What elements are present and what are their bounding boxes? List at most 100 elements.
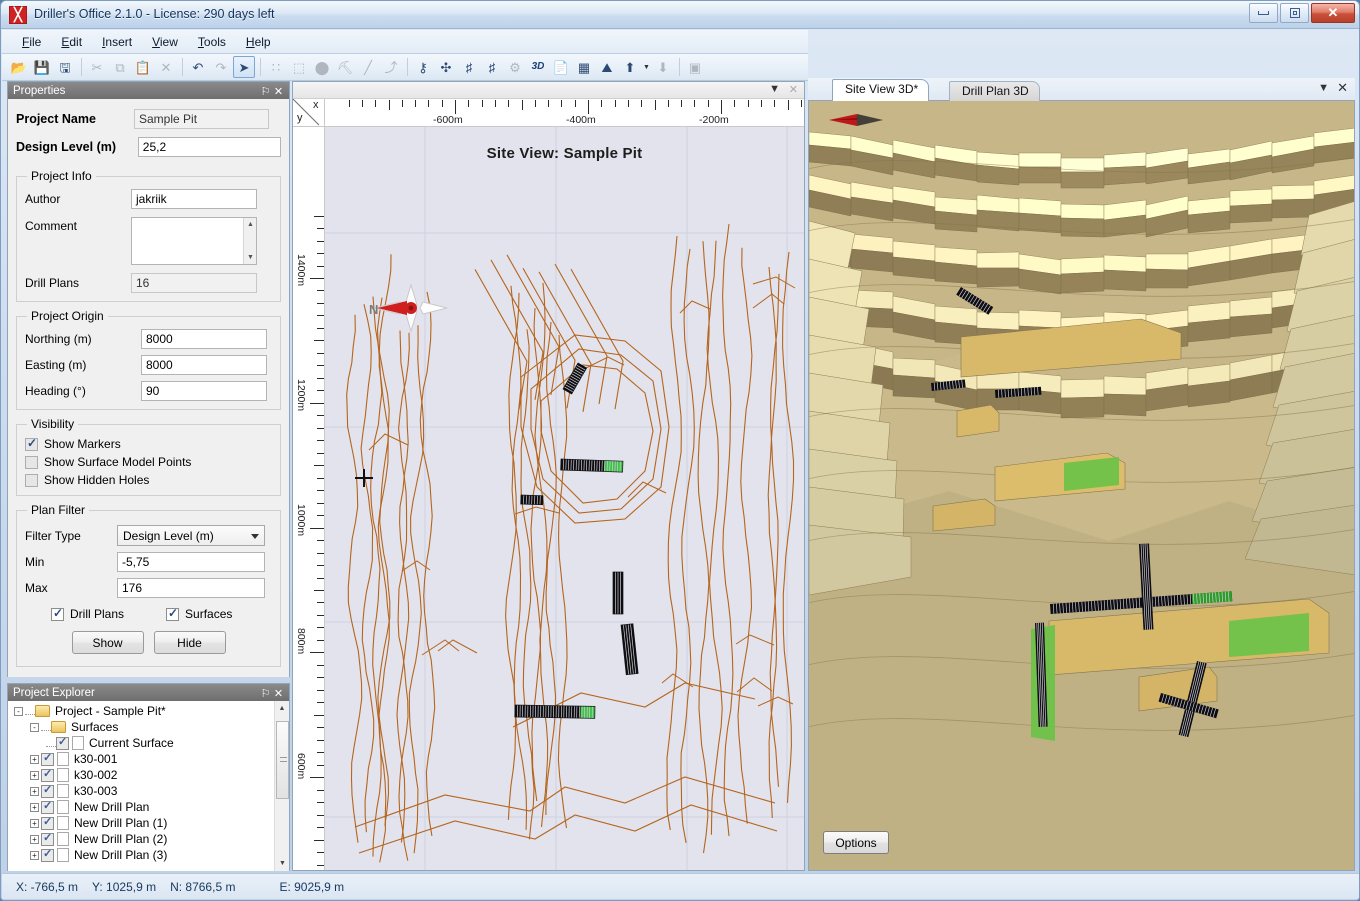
map-close-icon[interactable]: ✕ <box>789 83 798 96</box>
tree-expander[interactable]: + <box>30 754 39 764</box>
tree-item-checkbox[interactable] <box>41 831 54 846</box>
menu-insert[interactable]: Insert <box>92 32 142 52</box>
show-markers-row[interactable]: Show Markers <box>25 436 272 451</box>
surface-icon[interactable]: ⛰ <box>596 56 618 78</box>
scroll-down-icon[interactable]: ▼ <box>275 856 289 871</box>
compass-needle-icon <box>829 114 883 126</box>
scroll-down-icon[interactable]: ▼ <box>244 251 257 264</box>
export-icon[interactable]: ⬆ <box>619 56 641 78</box>
measure-icon[interactable]: ⚷ <box>412 56 434 78</box>
heading-field[interactable]: 90 <box>141 381 267 401</box>
scroll-up-icon[interactable]: ▲ <box>275 701 289 716</box>
tree-expander[interactable]: + <box>30 802 39 812</box>
show-markers-checkbox[interactable] <box>25 436 38 451</box>
ruler-tick <box>317 452 324 454</box>
menu-view[interactable]: View <box>142 32 188 52</box>
scrollbar-thumb[interactable] <box>276 721 289 799</box>
filter-type-select[interactable]: Design Level (m) <box>117 525 265 546</box>
settings-gear-icon: ⚙ <box>509 59 521 75</box>
site-view-3d-canvas[interactable]: Options <box>808 101 1355 871</box>
tab-site-view-3d[interactable]: Site View 3D* <box>832 79 930 101</box>
menu-edit[interactable]: Edit <box>51 32 92 52</box>
menu-tools[interactable]: Tools <box>188 32 236 52</box>
show-button[interactable]: Show <box>71 631 144 654</box>
view-3d-icon[interactable]: 3D <box>527 56 549 78</box>
tab-drill-plan-3d[interactable]: Drill Plan 3D <box>949 81 1040 101</box>
project-tree-scrollbar[interactable]: ▲ ▼ <box>274 701 289 871</box>
grid-pattern-icon[interactable]: ♯ <box>458 56 480 78</box>
open-folder-icon[interactable]: 📂 <box>8 56 30 78</box>
comment-field[interactable]: ▲ ▼ <box>131 217 257 265</box>
tree-expander[interactable]: + <box>30 786 39 796</box>
tree-expander[interactable]: + <box>30 770 39 780</box>
tree-item[interactable]: - Project - Sample Pit* <box>8 703 270 719</box>
author-field[interactable]: jakriik <box>131 189 257 209</box>
menu-help[interactable]: Help <box>236 32 281 52</box>
statusbar: X: -766,5 m Y: 1025,9 m N: 8766,5 m E: 9… <box>2 873 1359 899</box>
save-all-icon[interactable]: 🖫 <box>54 56 76 78</box>
filter-surfaces-checkbox[interactable] <box>166 606 180 621</box>
show-surface-model-points-checkbox[interactable] <box>25 455 38 469</box>
easting-field[interactable]: 8000 <box>141 355 267 375</box>
close-button[interactable]: ✕ <box>1311 3 1355 23</box>
tree-item-checkbox[interactable] <box>41 815 54 830</box>
horizontal-ruler[interactable]: -600m -400m -200m <box>325 99 804 127</box>
pin-icon[interactable]: ⚐ <box>259 85 272 98</box>
tabstrip-close-icon[interactable]: ✕ <box>1337 80 1348 96</box>
select-tool-icon[interactable]: ➤ <box>233 56 255 78</box>
tree-expander[interactable]: + <box>30 850 39 860</box>
tree-item-checkbox[interactable] <box>41 767 54 782</box>
comment-scrollbar[interactable]: ▲ ▼ <box>243 218 256 264</box>
tree-item-checkbox[interactable] <box>41 783 54 798</box>
project-explorer-body: - Project - Sample Pit* - Surfaces Current S… <box>8 701 289 871</box>
undo-icon[interactable]: ↶ <box>187 56 209 78</box>
tree-item[interactable]: + k30-001 <box>8 751 270 767</box>
drill-plans-count-field[interactable]: 16 <box>131 273 257 293</box>
map-dropdown-icon[interactable]: ▼ <box>769 83 780 95</box>
save-icon[interactable]: 💾 <box>31 56 53 78</box>
tree-item[interactable]: Current Surface <box>8 735 270 751</box>
tree-item-checkbox[interactable] <box>41 799 54 814</box>
tree-item[interactable]: + New Drill Plan (3) <box>8 847 270 863</box>
options-button[interactable]: Options <box>823 831 889 854</box>
tree-expander[interactable]: + <box>30 818 39 828</box>
tree-expander[interactable]: - <box>30 722 39 732</box>
grid-pattern-alt-icon[interactable]: ♯ <box>481 56 503 78</box>
tree-expander[interactable]: - <box>14 706 23 716</box>
show-hidden-holes-checkbox[interactable] <box>25 473 38 487</box>
close-icon[interactable]: ✕ <box>272 85 285 98</box>
tree-item[interactable]: - Surfaces <box>8 719 270 735</box>
hide-button[interactable]: Hide <box>153 631 226 654</box>
grid-table-icon[interactable]: ▦ <box>573 56 595 78</box>
pin-icon[interactable]: ⚐ <box>259 687 272 700</box>
max-field[interactable]: 176 <box>117 578 265 598</box>
show-surface-model-points-row[interactable]: Show Surface Model Points <box>25 455 272 469</box>
vertical-ruler[interactable]: 1400m1200m1000m800m600m400m <box>293 127 325 870</box>
menu-file[interactable]: File <box>12 32 51 52</box>
close-icon[interactable]: ✕ <box>272 687 285 700</box>
design-level-field[interactable]: 25,2 <box>137 137 281 157</box>
tree-item[interactable]: + k30-002 <box>8 767 270 783</box>
tree-item-checkbox[interactable] <box>41 847 54 862</box>
minimize-button[interactable] <box>1249 3 1278 23</box>
show-hidden-holes-row[interactable]: Show Hidden Holes <box>25 473 272 487</box>
filter-drill-plans-checkbox[interactable] <box>51 606 64 621</box>
filter-type-label: Filter Type <box>25 528 81 543</box>
tree-expander[interactable]: + <box>30 834 39 844</box>
ruler-tick <box>694 100 696 107</box>
tree-item[interactable]: + k30-003 <box>8 783 270 799</box>
northing-field[interactable]: 8000 <box>141 329 267 349</box>
move-points-icon[interactable]: ✣ <box>435 56 457 78</box>
tree-item[interactable]: + New Drill Plan (1) <box>8 815 270 831</box>
min-field[interactable]: -5,75 <box>117 552 265 572</box>
export-dropdown-icon[interactable]: ▼ <box>642 56 651 78</box>
scroll-up-icon[interactable]: ▲ <box>244 218 257 231</box>
tabstrip-dropdown-icon[interactable]: ▼ <box>1318 82 1329 94</box>
tree-item[interactable]: + New Drill Plan (2) <box>8 831 270 847</box>
tree-item-checkbox[interactable] <box>56 735 69 750</box>
tree-item-checkbox[interactable] <box>41 751 54 766</box>
tree-item[interactable]: + New Drill Plan <box>8 799 270 815</box>
maximize-button[interactable] <box>1280 3 1309 23</box>
map-canvas[interactable]: Site View: Sample Pit N <box>325 127 804 870</box>
project-name-field[interactable]: Sample Pit <box>134 109 269 129</box>
